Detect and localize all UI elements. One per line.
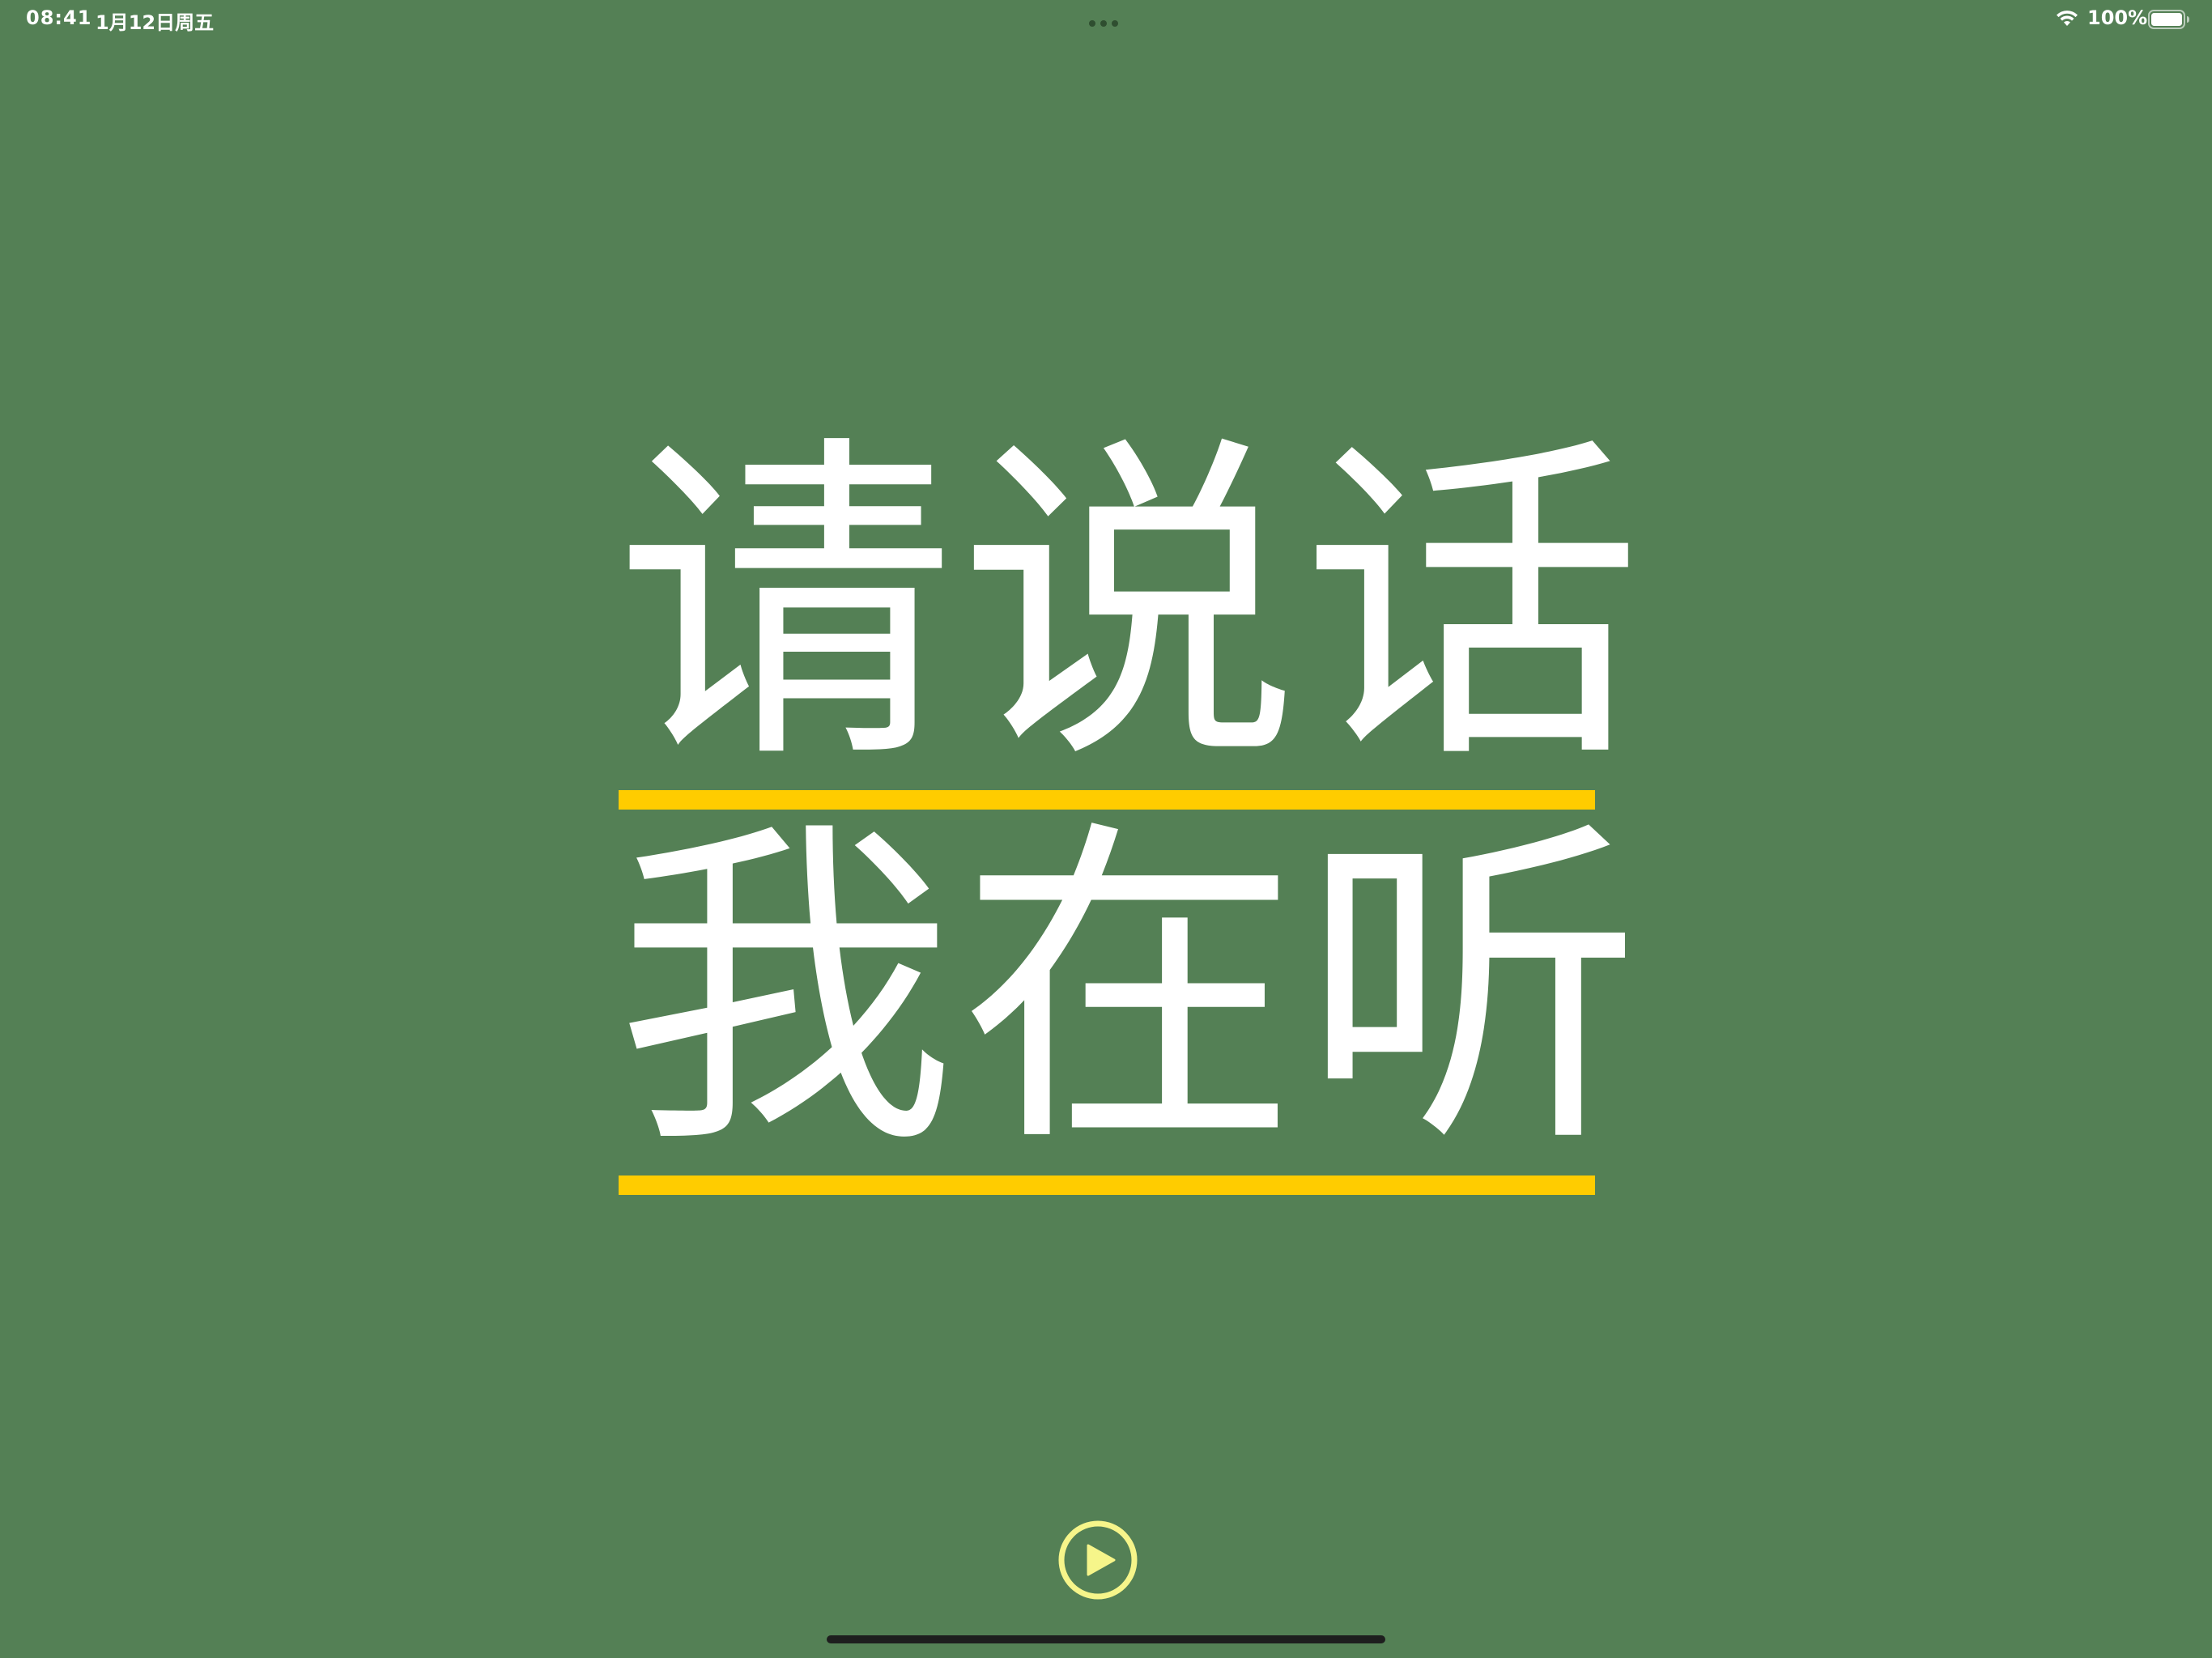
- highlight-underline-2: [619, 1175, 1595, 1195]
- play-button[interactable]: [1057, 1520, 1138, 1601]
- home-indicator[interactable]: [827, 1635, 1385, 1643]
- prompt-text-line-2: 我在听: [615, 793, 1645, 1189]
- prompt-text-line-1: 请说话: [615, 409, 1645, 805]
- battery-icon: [2148, 10, 2189, 29]
- battery-percentage: 100%: [2087, 6, 2148, 29]
- ellipsis-icon[interactable]: [1089, 15, 1123, 27]
- status-date: 1月12日周五: [96, 11, 215, 34]
- status-time: 08:41: [26, 6, 92, 29]
- status-bar: 08:41 1月12日周五 100%: [0, 0, 2212, 39]
- wifi-icon: [2057, 11, 2078, 26]
